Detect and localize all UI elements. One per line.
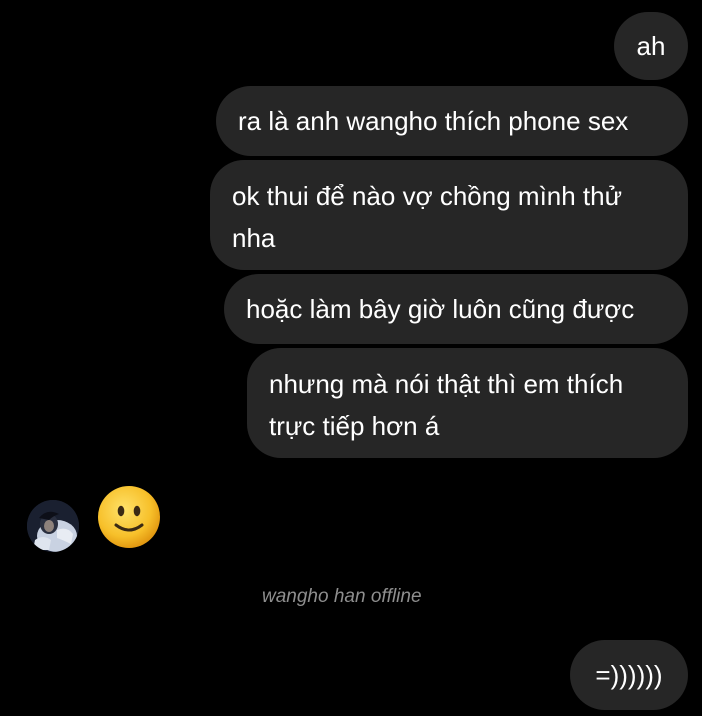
- message-text: ok thui để nào vợ chồng mình thử nha: [232, 181, 623, 253]
- sent-message-bubble[interactable]: ah: [614, 12, 688, 80]
- avatar-photo: [27, 500, 79, 552]
- sent-message-bubble[interactable]: ok thui để nào vợ chồng mình thử nha: [210, 160, 688, 270]
- offline-status-text: wangho han offline: [262, 586, 422, 607]
- message-text: hoặc làm bây giờ luôn cũng được: [246, 294, 635, 324]
- user-avatar-icon[interactable]: [27, 500, 79, 552]
- sent-message-bubble[interactable]: hoặc làm bây giờ luôn cũng được: [224, 274, 688, 344]
- emoji-graphic: [98, 486, 160, 548]
- sent-message-bubble[interactable]: ra là anh wangho thích phone sex: [216, 86, 688, 156]
- message-text: =)))))): [595, 660, 663, 690]
- message-text: ah: [636, 31, 666, 61]
- sent-message-bubble[interactable]: =)))))): [570, 640, 688, 710]
- sent-message-bubble[interactable]: nhưng mà nói thật thì em thích trực tiếp…: [247, 348, 688, 458]
- message-text: nhưng mà nói thật thì em thích trực tiếp…: [269, 369, 624, 441]
- message-text: ra là anh wangho thích phone sex: [238, 106, 629, 136]
- slightly-smiling-face-icon[interactable]: [97, 485, 161, 549]
